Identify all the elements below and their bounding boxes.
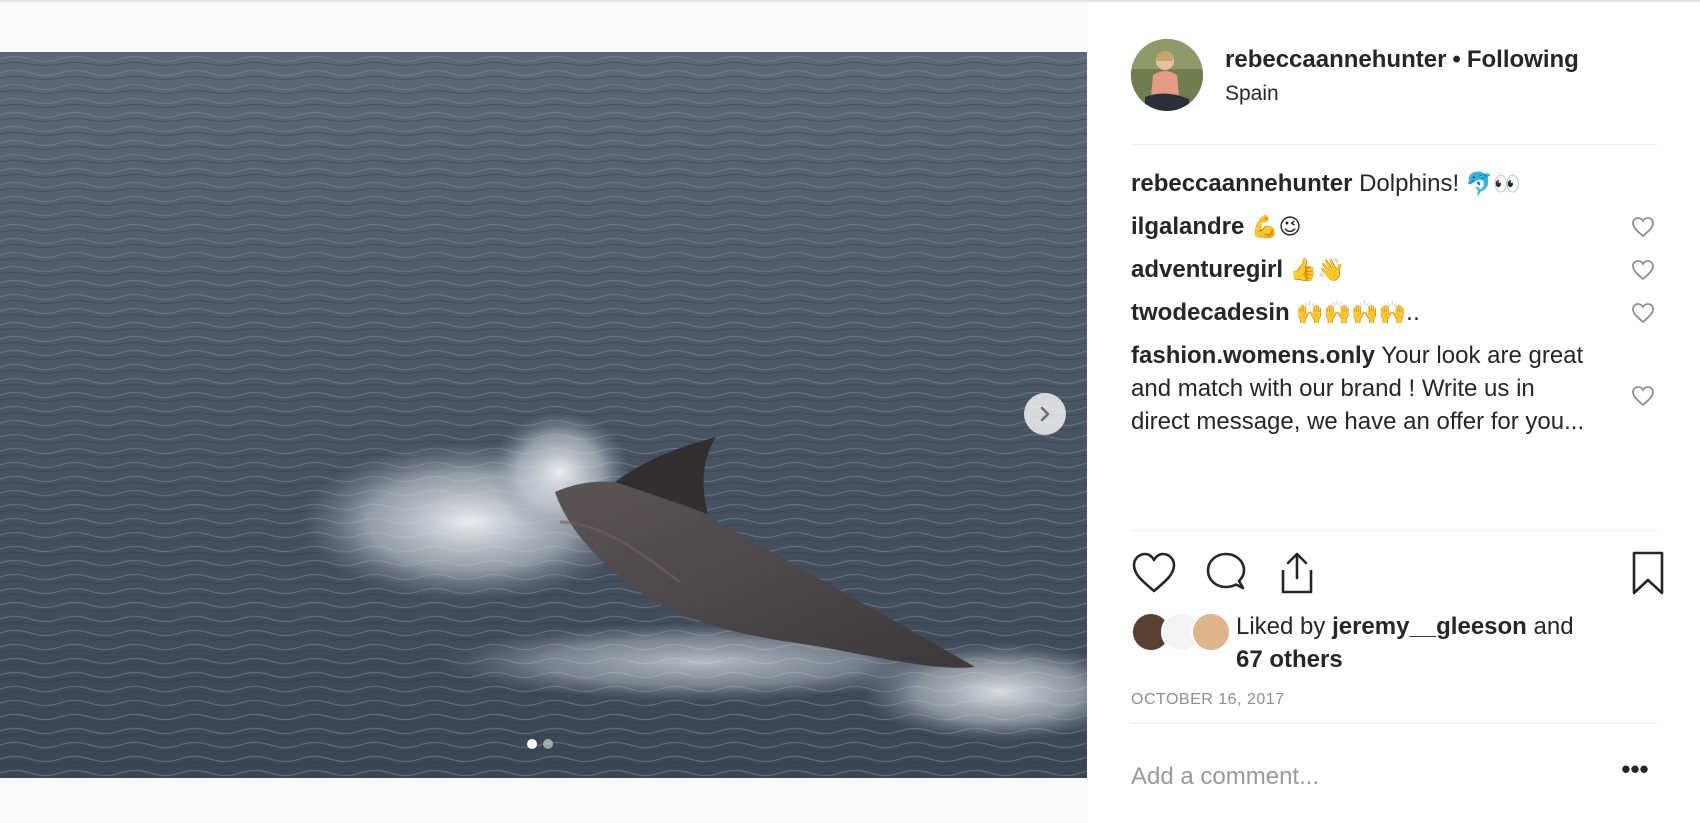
action-bar — [1131, 550, 1671, 596]
caption-text: Dolphins! — [1359, 170, 1460, 197]
likes-others-link[interactable]: 67 others — [1236, 646, 1343, 673]
chevron-right-icon — [1040, 406, 1050, 422]
header-divider — [1131, 144, 1657, 145]
avatar[interactable] — [1131, 39, 1203, 111]
heart-icon[interactable] — [1631, 302, 1655, 324]
comment-bubble-icon[interactable] — [1203, 550, 1249, 596]
media-area — [0, 2, 1087, 823]
comment-emoji: 💪😉 — [1251, 215, 1302, 240]
comment-username[interactable]: twodecadesin — [1131, 299, 1290, 326]
post-photo — [0, 52, 1087, 778]
likes-connector: and — [1533, 613, 1574, 640]
more-options-button[interactable]: ••• — [1618, 756, 1652, 788]
carousel-next-button[interactable] — [1024, 393, 1066, 435]
liker-avatars — [1131, 612, 1235, 652]
likes-summary: Liked by jeremy__gleeson and 67 others — [1131, 610, 1671, 680]
carousel-dot-2[interactable] — [543, 739, 553, 749]
comment-username[interactable]: ilgalandre — [1131, 213, 1244, 240]
caption-username[interactable]: rebeccaannehunter — [1131, 170, 1352, 197]
heart-icon[interactable] — [1631, 385, 1655, 407]
heart-icon[interactable] — [1131, 550, 1177, 596]
carousel-indicator — [527, 739, 553, 749]
post-header: rebeccaannehunter • Following — [1225, 46, 1579, 74]
add-comment-input[interactable] — [1131, 760, 1571, 794]
avatar-image — [1131, 39, 1203, 111]
follow-status-button[interactable]: Following — [1467, 46, 1579, 73]
post-username[interactable]: rebeccaannehunter — [1225, 46, 1446, 73]
post-side-panel: rebeccaannehunter • Following Spain rebecc… — [1088, 2, 1700, 823]
caption-emoji: 🐬👀 — [1465, 172, 1521, 197]
comment-emoji: 🙌🙌🙌🙌.. — [1296, 301, 1420, 326]
dolphin-photo — [0, 52, 1087, 778]
caption: rebeccaannehunter Dolphins! 🐬👀 — [1131, 167, 1691, 210]
post-date[interactable]: OCTOBER 16, 2017 — [1131, 691, 1285, 709]
comment-item: adventuregirl 👍👋 — [1131, 253, 1691, 296]
instagram-post-modal: rebeccaannehunter • Following Spain rebecc… — [0, 0, 1700, 823]
comments-divider — [1131, 530, 1657, 531]
footer-divider — [1131, 723, 1657, 724]
header-separator: • — [1452, 46, 1461, 73]
share-icon[interactable] — [1274, 550, 1320, 596]
avatar[interactable] — [1191, 612, 1231, 652]
post-location[interactable]: Spain — [1225, 82, 1279, 106]
comment-item: twodecadesin 🙌🙌🙌🙌.. — [1131, 296, 1691, 339]
comment-username[interactable]: fashion.womens.only — [1131, 342, 1375, 369]
comment-item: ilgalandre 💪😉 — [1131, 210, 1691, 253]
carousel-dot-1[interactable] — [527, 739, 537, 749]
comment-username[interactable]: adventuregirl — [1131, 256, 1283, 283]
comments-list: rebeccaannehunter Dolphins! 🐬👀 ilgalandr… — [1131, 167, 1691, 479]
comment-item: fashion.womens.only Your look are great … — [1131, 339, 1691, 479]
liker-username[interactable]: jeremy__gleeson — [1332, 613, 1527, 640]
comment-emoji: 👍👋 — [1289, 258, 1345, 283]
likes-text: Liked by jeremy__gleeson and 67 others — [1236, 610, 1596, 676]
heart-icon[interactable] — [1631, 216, 1655, 238]
bookmark-icon[interactable] — [1625, 550, 1671, 596]
heart-icon[interactable] — [1631, 259, 1655, 281]
likes-prefix: Liked by — [1236, 613, 1326, 640]
